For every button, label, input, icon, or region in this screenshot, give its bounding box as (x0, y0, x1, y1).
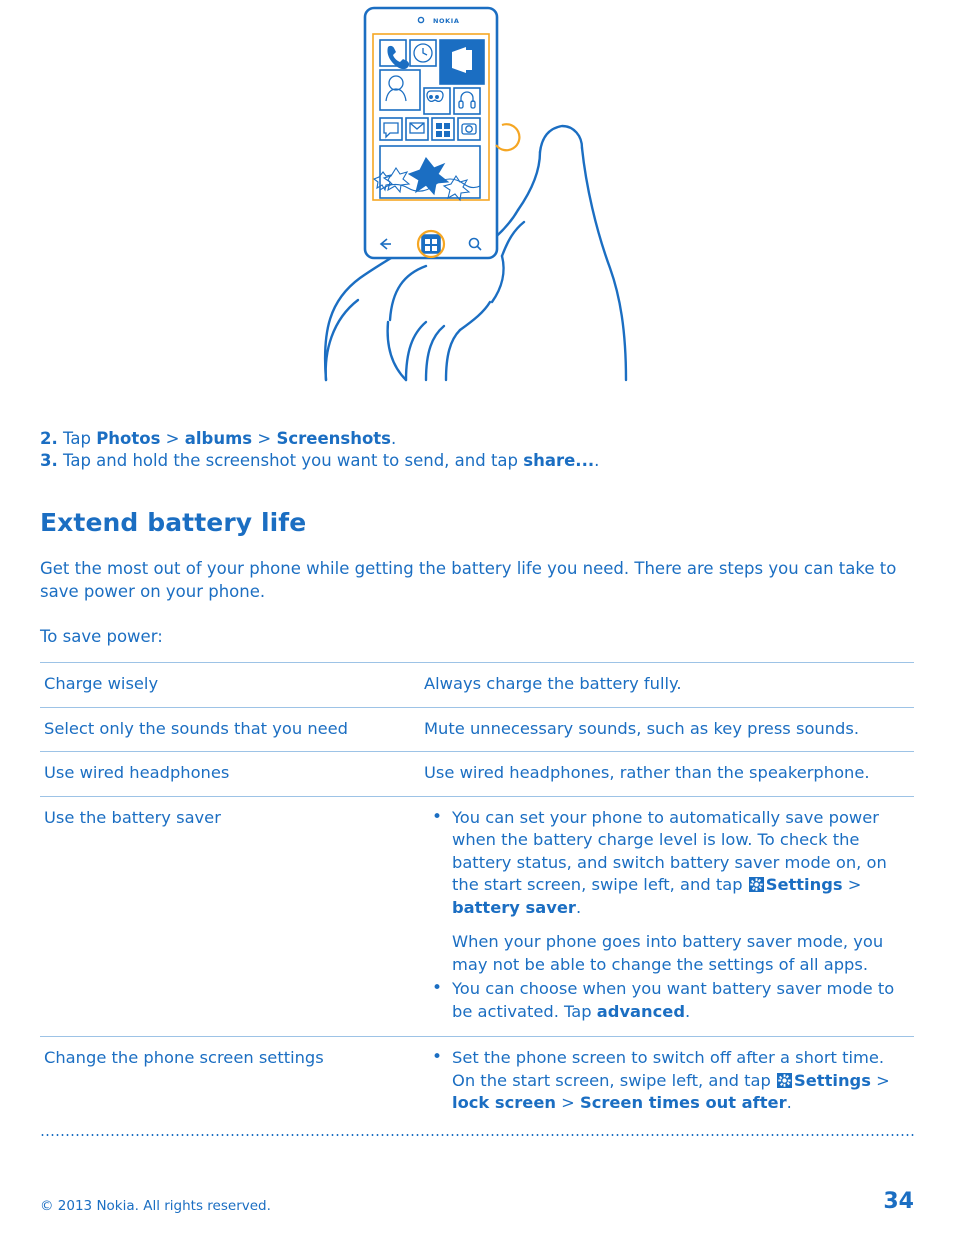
tip-description: Mute unnecessary sounds, such as key pre… (420, 706, 914, 752)
tip-bullet-list: Set the phone screen to switch off after… (424, 1046, 910, 1115)
page-footer: © 2013 Nokia. All rights reserved. 34 (40, 1189, 914, 1214)
emphasis-text: Settings (794, 1070, 871, 1090)
battery-tips-table: Charge wisely Always charge the battery f… (40, 662, 914, 1128)
tip-term: Change the phone screen settings (40, 1036, 420, 1128)
tip-term: Select only the sounds that you need (40, 706, 420, 752)
body-text: When your phone goes into battery saver … (452, 932, 884, 974)
dotted-divider (40, 1133, 914, 1136)
step-3: 3. Tap and hold the screenshot you want … (40, 450, 914, 472)
body-text: > (555, 1093, 580, 1112)
tip-term: Use wired headphones (40, 751, 420, 796)
tip-description: You can set your phone to automatically … (420, 795, 914, 1037)
gear-icon (748, 876, 764, 892)
body-text: . (684, 1001, 691, 1021)
body-text: . (575, 897, 582, 917)
tip-description: Set the phone screen to switch off after… (420, 1036, 914, 1128)
table-row: Charge wisely Always charge the battery f… (40, 662, 914, 707)
tip-bullet-item: You can set your phone to automatically … (424, 806, 910, 920)
emphasis-text: Screen times out after (579, 1093, 787, 1112)
body-text: Tap (57, 429, 97, 448)
step-2-text: Tap Photos > albums > Screenshots. (57, 429, 397, 448)
body-text: > (870, 1070, 890, 1090)
body-text: > (252, 429, 277, 448)
copyright-text: © 2013 Nokia. All rights reserved. (40, 1198, 271, 1214)
tip-bullet-item: You can choose when you want battery sav… (424, 977, 910, 1023)
body-text: . (786, 1093, 792, 1112)
emphasis-text: Screenshots (276, 429, 391, 448)
gear-icon (777, 1072, 793, 1088)
section-intro: Get the most out of your phone while get… (40, 559, 897, 601)
step-2-number: 2. (40, 429, 58, 448)
emphasis-text: lock screen (452, 1093, 556, 1112)
tip-bullet-item: Set the phone screen to switch off after… (424, 1046, 910, 1115)
emphasis-text: share... (523, 451, 595, 470)
table-row: Change the phone screen settingsSet the … (40, 1036, 914, 1128)
table-row: Use the battery saverYou can set your ph… (40, 795, 914, 1037)
emphasis-text: Settings (765, 875, 843, 894)
body-text: > (842, 875, 862, 894)
body-text: > (160, 429, 185, 448)
emphasis-text: battery saver (452, 897, 576, 917)
emphasis-text: Photos (96, 429, 161, 448)
illustration-hand-holding-phone: NOKIA (40, 0, 914, 400)
emphasis-text: albums (184, 429, 253, 448)
battery-tips-table-body: Charge wisely Always charge the battery f… (40, 662, 914, 1128)
tip-bullet-list: You can set your phone to automatically … (424, 806, 910, 1024)
body-text: Tap and hold the screenshot you want to … (57, 451, 524, 470)
section-lead: To save power: (40, 627, 163, 646)
step-3-number: 3. (40, 451, 58, 470)
page-title: Extend battery life (40, 508, 307, 537)
tip-term: Use the battery saver (40, 795, 420, 1037)
body-text: . (391, 429, 397, 448)
svg-text:NOKIA: NOKIA (433, 17, 459, 25)
table-row: Select only the sounds that you need Mute… (40, 706, 914, 752)
tip-description: Always charge the battery fully. (420, 662, 914, 707)
body-text: . (594, 451, 600, 470)
step-2: 2. Tap Photos > albums > Screenshots. (40, 428, 914, 450)
emphasis-text: advanced (596, 1001, 685, 1021)
numbered-steps: 2. Tap Photos > albums > Screenshots. 3.… (40, 428, 914, 472)
tip-description: Use wired headphones, rather than the sp… (420, 751, 914, 796)
document-page: NOKIA 2. Tap Photos > albums > Screensho… (0, 0, 954, 1258)
page-number: 34 (883, 1189, 914, 1214)
tip-bullet-item: When your phone goes into battery saver … (424, 931, 910, 976)
tip-term: Charge wisely (40, 662, 420, 707)
table-row: Use wired headphones Use wired headphones… (40, 751, 914, 796)
step-3-text: Tap and hold the screenshot you want to … (57, 451, 600, 470)
